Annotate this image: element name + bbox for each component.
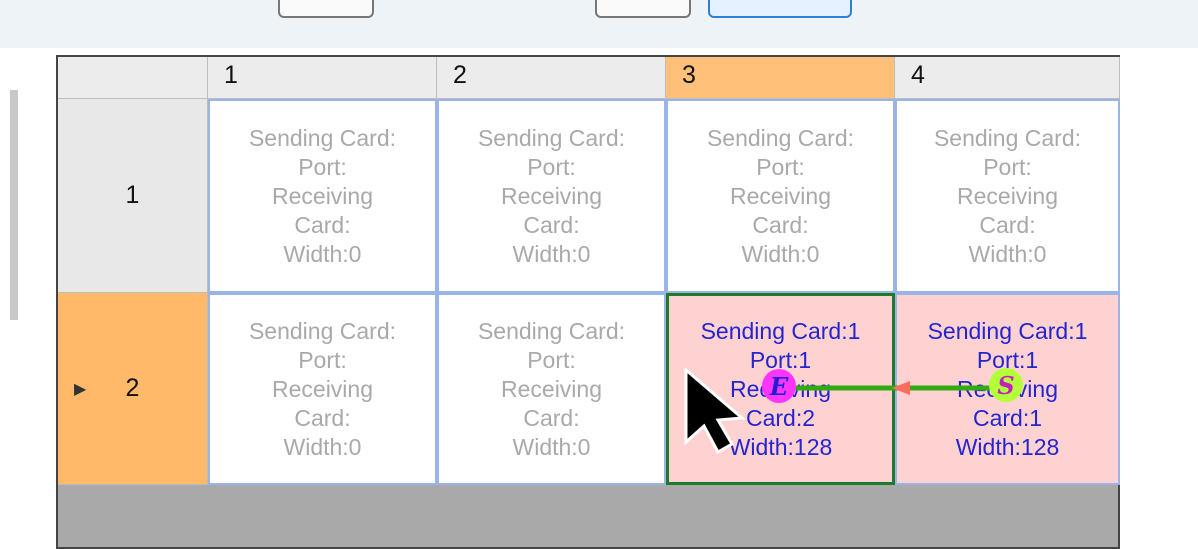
- card-line: Card:: [523, 404, 580, 431]
- card-line: Card:: [979, 211, 1036, 238]
- start-marker-icon: S: [989, 368, 1023, 402]
- column-header-3[interactable]: 3: [666, 57, 895, 99]
- sending-card-line: Sending Card:: [933, 124, 1082, 151]
- receiving-line: Receiving: [501, 375, 602, 402]
- toolbar-button[interactable]: [595, 0, 691, 18]
- sending-card-line: Sending Card:: [477, 317, 626, 344]
- column-header-2[interactable]: 2: [437, 57, 666, 99]
- card-line: Card:1: [972, 404, 1043, 431]
- cabinet-grid: 1 2 3 4 1 ▶ 2 Sending Card: Port: Receiv…: [56, 55, 1120, 549]
- receiving-line: Receiving: [272, 375, 373, 402]
- toolbar-strip: [0, 0, 1198, 48]
- port-line: Port:: [298, 153, 347, 180]
- port-line: Port:: [756, 153, 805, 180]
- width-line: Width:0: [283, 433, 362, 460]
- width-line: Width:0: [968, 240, 1047, 267]
- width-line: Width:0: [512, 433, 591, 460]
- receiving-line: Receiving: [501, 182, 602, 209]
- card-line: Card:: [752, 211, 809, 238]
- row-label: 2: [125, 374, 140, 402]
- sending-card-line: Sending Card:: [477, 124, 626, 151]
- port-line: Port:: [527, 153, 576, 180]
- receiving-line: Receiving: [730, 182, 831, 209]
- side-panel-edge: [10, 90, 18, 320]
- card-line: Card:2: [745, 404, 816, 431]
- port-line: Port:: [527, 346, 576, 373]
- toolbar-button-active[interactable]: [708, 0, 852, 18]
- grid-cell-r2-c1[interactable]: Sending Card: Port: Receiving Card: Widt…: [208, 293, 437, 485]
- port-line: Port:: [298, 346, 347, 373]
- card-line: Card:: [294, 404, 351, 431]
- receiving-line: Receiving: [957, 182, 1058, 209]
- mouse-pointer-icon: [684, 368, 746, 454]
- current-row-arrow-icon: ▶: [74, 380, 87, 398]
- grid-cell-r1-c4[interactable]: Sending Card: Port: Receiving Card: Widt…: [895, 99, 1120, 293]
- receiving-line: Receiving: [272, 182, 373, 209]
- row-header-1[interactable]: 1: [58, 99, 208, 293]
- width-line: Width:0: [283, 240, 362, 267]
- end-marker-icon: E: [762, 369, 796, 403]
- connection-arrow: [784, 381, 994, 395]
- grid-corner: [58, 57, 208, 99]
- row-label: 1: [125, 181, 140, 209]
- row-header-2[interactable]: ▶ 2: [58, 293, 208, 485]
- sending-card-line: Sending Card:: [706, 124, 855, 151]
- port-line: Port:: [983, 153, 1032, 180]
- sending-card-line: Sending Card:: [248, 124, 397, 151]
- grid-cell-r1-c3[interactable]: Sending Card: Port: Receiving Card: Widt…: [666, 99, 895, 293]
- sending-card-line: Sending Card:1: [927, 317, 1088, 344]
- grid-cell-r1-c1[interactable]: Sending Card: Port: Receiving Card: Widt…: [208, 99, 437, 293]
- card-line: Card:: [523, 211, 580, 238]
- width-line: Width:128: [955, 433, 1060, 460]
- card-line: Card:: [294, 211, 351, 238]
- sending-card-line: Sending Card:: [248, 317, 397, 344]
- column-header-1[interactable]: 1: [208, 57, 437, 99]
- toolbar-button[interactable]: [278, 0, 374, 18]
- grid-cell-r2-c2[interactable]: Sending Card: Port: Receiving Card: Widt…: [437, 293, 666, 485]
- sending-card-line: Sending Card:1: [700, 317, 861, 344]
- grid-cell-r1-c2[interactable]: Sending Card: Port: Receiving Card: Widt…: [437, 99, 666, 293]
- column-header-4[interactable]: 4: [895, 57, 1120, 99]
- width-line: Width:0: [741, 240, 820, 267]
- width-line: Width:0: [512, 240, 591, 267]
